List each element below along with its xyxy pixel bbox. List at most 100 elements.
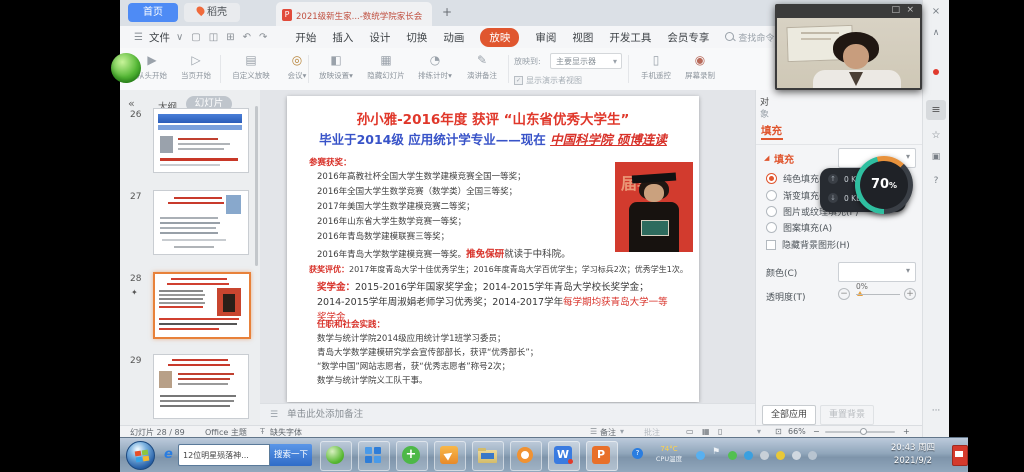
fill-tab[interactable]: 填充 xyxy=(761,123,782,138)
speaker-notes-button[interactable]: ✎演讲备注 xyxy=(460,52,504,80)
notification-icon[interactable] xyxy=(952,445,968,466)
color-dropdown[interactable]: ▾ xyxy=(838,262,916,282)
menu-review[interactable]: 审阅 xyxy=(535,30,556,45)
tray-signal-icon[interactable] xyxy=(808,451,817,460)
pattern-fill-radio[interactable]: 图案填充(A) xyxy=(766,221,832,234)
from-current-button[interactable]: ▷当页开始 xyxy=(174,52,218,80)
performance-ring-widget[interactable]: 70% xyxy=(855,156,913,214)
deco-line xyxy=(158,125,242,130)
cpu-temp-widget[interactable]: 74°C CPU温度 xyxy=(650,444,688,464)
taskbar-app-pointer[interactable] xyxy=(434,441,466,471)
section-expand-icon[interactable]: ◢ xyxy=(764,154,769,162)
zoom-in-button[interactable]: + xyxy=(903,427,910,436)
tray-volume-icon[interactable] xyxy=(792,451,801,460)
print-preview-icon[interactable]: ⊞ xyxy=(226,32,234,43)
tray-help-icon[interactable]: ? xyxy=(632,448,643,459)
tab-document[interactable]: P2021级新生家...-数统学院家长会 × xyxy=(276,2,432,26)
collapse-panel-icon[interactable]: « xyxy=(128,97,135,110)
slide-28[interactable]: 孙小雅-2016年度 获评 “山东省优秀大学生” 毕业于2014级 应用统计学专… xyxy=(287,96,699,402)
screen-record-button[interactable]: ◉屏幕录制 xyxy=(680,52,720,80)
notes-bar[interactable]: ☰ 单击此处添加备注 xyxy=(260,403,755,426)
sorter-view-icon[interactable]: ▦ xyxy=(702,427,710,436)
taskbar-app-360safe[interactable]: + xyxy=(396,441,428,471)
tray-icon-green[interactable] xyxy=(728,451,737,460)
reset-background-button[interactable]: 重置背景 xyxy=(820,405,874,425)
apply-all-button[interactable]: 全部应用 xyxy=(762,405,816,425)
tray-shield-icon[interactable] xyxy=(776,451,785,460)
tray-network-icon[interactable] xyxy=(760,451,769,460)
normal-view-icon[interactable]: ▭ xyxy=(686,427,694,436)
taskbar-app-media[interactable] xyxy=(472,441,504,471)
presenter-view-checkbox[interactable]: ✓显示演示者视图 xyxy=(514,75,582,86)
menu-animation[interactable]: 动画 xyxy=(443,30,464,45)
hide-slide-button[interactable]: ▦隐藏幻灯片 xyxy=(362,52,410,80)
video-titlebar[interactable]: □ × xyxy=(775,4,922,18)
menu-slideshow-active[interactable]: 放映 xyxy=(480,28,519,47)
hide-background-checkbox[interactable]: 隐藏背景图形(H) xyxy=(766,238,850,251)
print-icon[interactable]: ◫ xyxy=(209,32,218,43)
new-tab-button[interactable]: + xyxy=(442,5,452,19)
docer-flame-icon xyxy=(195,5,206,16)
menu-devtools[interactable]: 开发工具 xyxy=(609,30,651,45)
ie-search-widget[interactable]: e 12位明星殒落神... 搜索一下 xyxy=(162,442,314,468)
caret-down-icon[interactable]: ▾ xyxy=(620,427,624,436)
close-icon[interactable]: × xyxy=(906,5,914,15)
menu-design[interactable]: 设计 xyxy=(369,30,390,45)
properties-rail-button[interactable]: ≡ xyxy=(926,100,946,120)
panel-scrollbar[interactable] xyxy=(255,106,258,266)
menu-view[interactable]: 视图 xyxy=(572,30,593,45)
transparency-minus-button[interactable]: − xyxy=(838,288,850,300)
show-settings-button[interactable]: ◧放映设置▾ xyxy=(312,52,360,80)
display-device-select[interactable]: 主要显示器▾ xyxy=(550,53,622,69)
taskbar-app-ring[interactable] xyxy=(510,441,542,471)
slide-thumbnail-28-selected[interactable] xyxy=(153,272,251,339)
slide-thumbnail-26[interactable] xyxy=(153,108,249,173)
collapse-up-icon[interactable]: ∧ xyxy=(923,28,949,38)
video-call-window[interactable]: □ × xyxy=(775,4,922,90)
slide-thumbnail-27[interactable] xyxy=(153,190,249,255)
zoom-slider-knob[interactable] xyxy=(860,428,867,435)
zoom-level[interactable]: 66% xyxy=(788,427,806,436)
menu-home[interactable]: 开始 xyxy=(295,30,316,45)
transparency-slider-track[interactable] xyxy=(856,294,900,295)
tab-docer[interactable]: 稻壳 xyxy=(184,3,240,22)
tray-icon-blue[interactable] xyxy=(696,451,705,460)
ie-search-input[interactable]: 12位明星殒落神... xyxy=(178,444,270,466)
close-pane-icon[interactable]: × xyxy=(923,6,949,17)
taskbar-app-wps[interactable]: W xyxy=(548,441,580,471)
menu-insert[interactable]: 插入 xyxy=(332,30,353,45)
hamburger-icon[interactable]: ☰ xyxy=(134,32,143,43)
save-icon[interactable]: ▢ xyxy=(191,32,200,43)
award-line: 2016年高教社杯全国大学生数学建模竞赛全国一等奖； xyxy=(317,170,526,182)
start-button[interactable] xyxy=(126,441,155,470)
tray-bluetooth-icon[interactable] xyxy=(744,451,753,460)
tab-home[interactable]: 首页 xyxy=(128,3,178,22)
transparency-plus-button[interactable]: + xyxy=(904,288,916,300)
maximize-icon[interactable]: □ xyxy=(891,5,900,15)
copy-rail-icon[interactable]: ▣ xyxy=(923,152,949,162)
chevron-down-icon[interactable]: ∨ xyxy=(176,32,183,43)
undo-icon[interactable]: ↶ xyxy=(243,32,251,43)
menu-transition[interactable]: 切换 xyxy=(406,30,427,45)
more-rail-icon[interactable]: ··· xyxy=(923,406,949,416)
taskbar-app-wpp[interactable]: P xyxy=(586,441,618,471)
taskbar-clock[interactable]: 20:43 周四 2021/9/2 xyxy=(876,442,950,468)
menu-member[interactable]: 会员专享 xyxy=(667,30,709,45)
slide-thumbnail-29[interactable] xyxy=(153,354,249,419)
speedup-ball[interactable] xyxy=(111,53,141,83)
star-rail-icon[interactable]: ☆ xyxy=(923,130,949,141)
reading-view-icon[interactable]: ▯ xyxy=(718,427,722,436)
phone-remote-button[interactable]: ▯手机遥控 xyxy=(636,52,676,80)
tray-flag-icon[interactable]: ⚑ xyxy=(712,447,720,457)
taskbar-app-360browser[interactable] xyxy=(320,441,352,471)
rehearse-button[interactable]: ◔排练计时▾ xyxy=(412,52,458,80)
caret-down-icon[interactable]: ▾ xyxy=(757,427,761,436)
taskbar-app-tiles[interactable] xyxy=(358,441,390,471)
help-rail-icon[interactable]: ? xyxy=(923,176,949,186)
redo-icon[interactable]: ↷ xyxy=(259,32,267,43)
custom-show-button[interactable]: ▤自定义放映 xyxy=(224,52,278,80)
ie-search-button[interactable]: 搜索一下 xyxy=(270,444,312,466)
fit-slide-icon[interactable]: ⊡ xyxy=(775,427,782,436)
zoom-out-button[interactable]: − xyxy=(813,427,820,436)
menu-file[interactable]: 文件 xyxy=(149,30,170,45)
